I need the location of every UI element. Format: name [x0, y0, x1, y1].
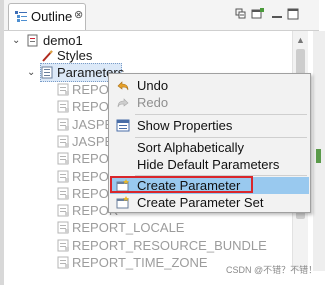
tree-node-label: JASPE: [72, 133, 114, 149]
collapse-all-icon[interactable]: [234, 7, 248, 21]
minimize-icon[interactable]: [270, 7, 284, 21]
redo-icon: [117, 98, 129, 108]
properties-icon: [116, 119, 130, 132]
menu-item-label: Hide Default Parameters: [137, 157, 280, 172]
menu-item-sort-alphabetically[interactable]: Sort Alphabetically: [110, 139, 309, 156]
menu-item-show-properties[interactable]: Show Properties: [110, 117, 309, 134]
tab-outline[interactable]: Outline ⊗: [8, 3, 86, 30]
context-menu: Undo Redo Show Properties Sort Alphabeti…: [108, 73, 311, 213]
tab-outline-label: Outline: [31, 9, 73, 24]
menu-item-undo[interactable]: Undo: [110, 77, 309, 94]
view-tab-bar: Outline ⊗: [4, 0, 319, 31]
ruler-marker: [316, 149, 321, 163]
view-menu-icon[interactable]: [251, 7, 265, 21]
tree-node-parameter[interactable]: REPORT_LOCALE: [10, 218, 290, 237]
menu-item-create-parameter-set[interactable]: Create Parameter Set: [110, 194, 309, 211]
tree-node-label: REPORT_LOCALE: [72, 220, 185, 236]
watermark-text: CSDN @不错？不错！: [226, 265, 318, 275]
parameter-icon: [57, 221, 69, 234]
scroll-up-arrow-icon[interactable]: ▲: [296, 35, 305, 45]
menu-item-label: Redo: [137, 95, 169, 110]
parameter-icon: [57, 187, 69, 200]
parameter-icon: [57, 83, 69, 96]
menu-item-label: Create Parameter Set: [137, 195, 264, 210]
parameter-icon: [57, 256, 69, 269]
left-gutter: [0, 0, 4, 285]
overview-ruler: [313, 31, 325, 271]
tree-node-label: JASPE: [72, 116, 114, 132]
parameters-icon: [41, 66, 53, 79]
tree-node-label: REPORT_RESOURCE_BUNDLE: [72, 237, 267, 253]
styles-brush-icon: [42, 50, 53, 62]
parameter-icon: [57, 100, 69, 113]
parameter-icon: [57, 170, 69, 182]
outline-view-icon: [15, 11, 27, 22]
maximize-icon[interactable]: [286, 7, 300, 21]
red-annotation-box: [110, 176, 253, 193]
menu-item-redo[interactable]: Redo: [110, 94, 309, 111]
menu-item-hide-default-parameters[interactable]: Hide Default Parameters: [110, 156, 309, 173]
parameter-icon: [57, 135, 69, 148]
parameter-icon: [57, 239, 69, 252]
parameter-icon: [57, 204, 69, 217]
menu-separator: [135, 114, 307, 115]
tab-close-icon[interactable]: ⊗: [74, 8, 83, 21]
tree-node-parameter[interactable]: REPORT_RESOURCE_BUNDLE: [10, 236, 290, 255]
menu-separator: [135, 137, 307, 138]
menu-item-label: Sort Alphabetically: [137, 140, 244, 155]
undo-icon: [117, 81, 129, 91]
parameter-icon: [57, 152, 69, 165]
parameter-icon: [57, 118, 69, 131]
menu-item-label: Undo: [137, 78, 169, 93]
create-parameter-set-icon: [116, 196, 129, 209]
menu-item-label: Show Properties: [137, 118, 233, 133]
tree-node-label: REPORT_TIME_ZONE: [72, 255, 208, 270]
